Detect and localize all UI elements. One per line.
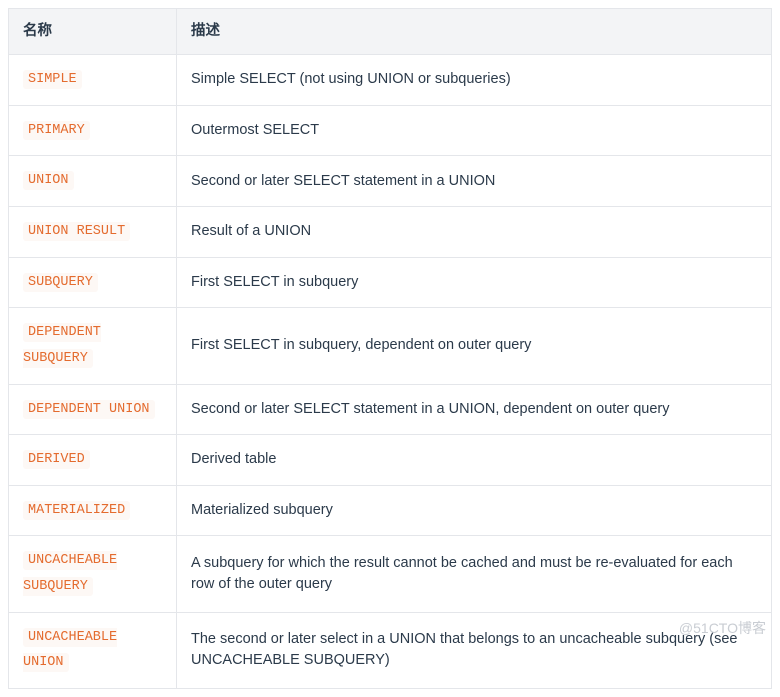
code-tag: DEPENDENT UNION <box>23 400 155 419</box>
cell-desc: First SELECT in subquery <box>177 257 772 308</box>
cell-name: DERIVED <box>9 435 177 486</box>
table-row: SIMPLE Simple SELECT (not using UNION or … <box>9 55 772 106</box>
cell-desc: Derived table <box>177 435 772 486</box>
cell-name: UNCACHEABLE SUBQUERY <box>9 536 177 612</box>
code-tag: UNION <box>23 171 74 190</box>
cell-desc: First SELECT in subquery, dependent on o… <box>177 308 772 384</box>
cell-desc: The second or later select in a UNION th… <box>177 612 772 688</box>
cell-desc: Outermost SELECT <box>177 105 772 156</box>
table-row: DEPENDENT SUBQUERY First SELECT in subque… <box>9 308 772 384</box>
header-name: 名称 <box>9 9 177 55</box>
code-tag: UNION RESULT <box>23 222 130 241</box>
cell-name: UNCACHEABLE UNION <box>9 612 177 688</box>
code-tag: SUBQUERY <box>23 273 98 292</box>
table-header-row: 名称 描述 <box>9 9 772 55</box>
cell-name: MATERIALIZED <box>9 485 177 536</box>
table-row: DEPENDENT UNION Second or later SELECT st… <box>9 384 772 435</box>
cell-name: DEPENDENT SUBQUERY <box>9 308 177 384</box>
code-tag: UNCACHEABLE SUBQUERY <box>23 551 117 596</box>
code-tag: DERIVED <box>23 450 90 469</box>
cell-name: SIMPLE <box>9 55 177 106</box>
cell-name: PRIMARY <box>9 105 177 156</box>
table-row: SUBQUERY First SELECT in subquery <box>9 257 772 308</box>
table-row: UNCACHEABLE UNION The second or later sel… <box>9 612 772 688</box>
cell-name: UNION RESULT <box>9 206 177 257</box>
code-tag: DEPENDENT SUBQUERY <box>23 323 101 368</box>
table-row: PRIMARY Outermost SELECT <box>9 105 772 156</box>
cell-name: SUBQUERY <box>9 257 177 308</box>
cell-name: UNION <box>9 156 177 207</box>
table-row: UNION RESULT Result of a UNION <box>9 206 772 257</box>
table-row: MATERIALIZED Materialized subquery <box>9 485 772 536</box>
code-tag: SIMPLE <box>23 70 82 89</box>
header-desc: 描述 <box>177 9 772 55</box>
cell-desc: Second or later SELECT statement in a UN… <box>177 384 772 435</box>
code-tag: PRIMARY <box>23 121 90 140</box>
table-row: UNION Second or later SELECT statement in… <box>9 156 772 207</box>
table-row: UNCACHEABLE SUBQUERY A subquery for which… <box>9 536 772 612</box>
cell-desc: A subquery for which the result cannot b… <box>177 536 772 612</box>
cell-desc: Second or later SELECT statement in a UN… <box>177 156 772 207</box>
table-row: DERIVED Derived table <box>9 435 772 486</box>
code-tag: MATERIALIZED <box>23 501 130 520</box>
select-type-table: 名称 描述 SIMPLE Simple SELECT (not using UNI… <box>8 8 772 689</box>
cell-desc: Simple SELECT (not using UNION or subque… <box>177 55 772 106</box>
cell-desc: Result of a UNION <box>177 206 772 257</box>
cell-desc: Materialized subquery <box>177 485 772 536</box>
code-tag: UNCACHEABLE UNION <box>23 628 117 673</box>
cell-name: DEPENDENT UNION <box>9 384 177 435</box>
